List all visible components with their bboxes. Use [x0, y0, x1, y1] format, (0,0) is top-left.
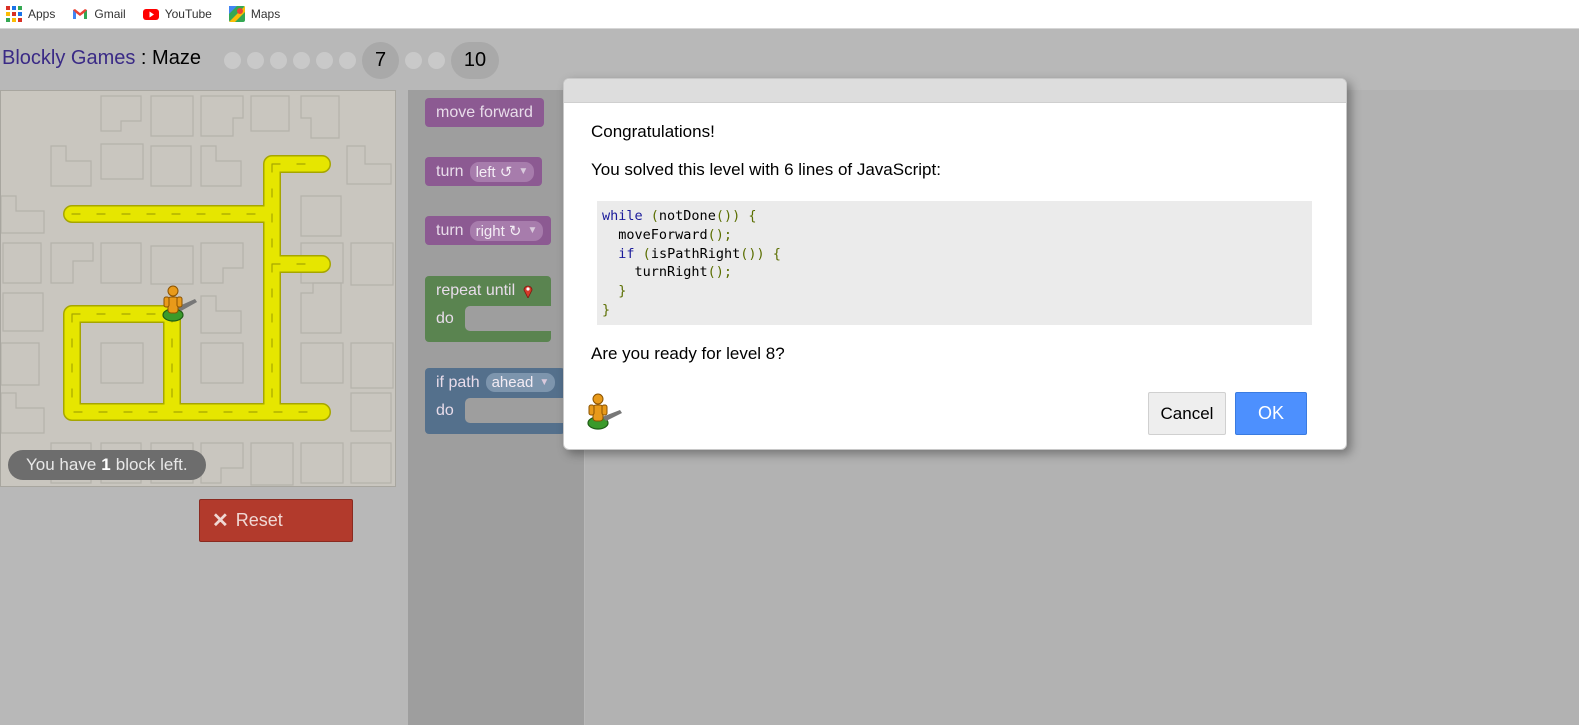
bookmark-label: Apps — [28, 7, 56, 21]
move-forward-block[interactable]: move forward — [425, 98, 544, 127]
maze-path — [63, 155, 331, 421]
ok-button[interactable]: OK — [1235, 392, 1307, 435]
level-selector: 7 10 — [224, 42, 499, 79]
dropdown-value: ahead — [491, 374, 534, 391]
block-label: repeat until — [436, 281, 516, 299]
turn-right-block[interactable]: turn right ↻ ▼ — [425, 216, 551, 245]
congratulations-dialog: Congratulations! You solved this level w… — [563, 78, 1347, 450]
apps-grid-icon — [6, 6, 22, 22]
bookmark-label: YouTube — [164, 7, 212, 21]
level-last[interactable]: 10 — [451, 42, 499, 79]
cancel-button[interactable]: Cancel — [1148, 392, 1226, 435]
maze-tiles — [1, 95, 394, 486]
bookmark-label: Maps — [250, 7, 281, 21]
level-dot-2[interactable] — [247, 52, 264, 69]
blocks-left-count: 1 — [101, 455, 111, 474]
reset-label: Reset — [235, 510, 283, 530]
blocks-left-suffix: block left. — [115, 455, 188, 474]
path-direction-dropdown[interactable]: ahead ▼ — [485, 373, 556, 392]
level-dot-5[interactable] — [316, 52, 333, 69]
bookmark-apps[interactable]: Apps — [6, 6, 55, 22]
maps-icon — [228, 6, 245, 22]
level-current[interactable]: 7 — [362, 42, 399, 79]
gmail-icon — [73, 9, 88, 19]
bookmark-gmail[interactable]: Gmail — [72, 6, 126, 22]
toolbox: move forward turn left ↺ ▼ turn right ↻ … — [408, 90, 584, 725]
page-title: Blockly Games : Maze — [2, 47, 201, 70]
reset-button[interactable]: ✕ Reset — [199, 499, 353, 542]
dialog-title: Congratulations! — [591, 122, 715, 141]
block-do-label: do — [436, 310, 454, 327]
dropdown-value: left ↺ — [475, 163, 513, 181]
level-dot-4[interactable] — [293, 52, 310, 69]
maze-board — [0, 90, 396, 487]
level-dot-9[interactable] — [428, 52, 445, 69]
dropdown-arrow-icon: ▼ — [518, 166, 529, 177]
dialog-header[interactable] — [564, 79, 1346, 103]
maze-svg — [1, 95, 394, 486]
bookmarks-bar: Apps Gmail YouTube Maps — [0, 0, 1579, 29]
title-separator: : — [135, 47, 153, 69]
level-dot-1[interactable] — [224, 52, 241, 69]
block-do-label: do — [436, 402, 454, 419]
statement-slot — [465, 306, 551, 331]
direction-dropdown[interactable]: right ↻ ▼ — [469, 220, 544, 241]
brand-link[interactable]: Blockly Games — [2, 47, 135, 69]
block-label: if path — [436, 373, 480, 391]
level-dot-3[interactable] — [270, 52, 287, 69]
bookmark-youtube[interactable]: YouTube — [142, 6, 212, 22]
blocks-left-prefix: You have — [26, 455, 97, 474]
block-label: turn — [436, 221, 464, 239]
blocks-left-badge: You have 1 block left. — [8, 450, 206, 480]
code-block: while (notDone()) { moveForward(); if (i… — [597, 201, 1312, 325]
dialog-message: You solved this level with 6 lines of Ja… — [591, 160, 941, 179]
dropdown-value: right ↻ — [475, 222, 522, 240]
pegman-icon — [162, 285, 197, 322]
block-label: move forward — [436, 103, 533, 121]
block-label: turn — [436, 162, 464, 180]
level-dot-8[interactable] — [405, 52, 422, 69]
close-icon: ✕ — [212, 510, 229, 532]
repeat-until-block[interactable]: repeat until do — [425, 276, 551, 342]
bookmark-maps[interactable]: Maps — [228, 6, 281, 22]
youtube-icon — [142, 9, 159, 20]
map-pin-icon — [523, 285, 533, 298]
pegman-icon — [587, 393, 622, 430]
direction-dropdown[interactable]: left ↺ ▼ — [469, 161, 535, 182]
dialog-question: Are you ready for level 8? — [591, 344, 785, 363]
dropdown-arrow-icon: ▼ — [527, 225, 538, 236]
game-name: Maze — [152, 47, 201, 69]
statement-slot — [465, 398, 565, 423]
bookmark-label: Gmail — [94, 7, 126, 21]
level-dot-6[interactable] — [339, 52, 356, 69]
turn-left-block[interactable]: turn left ↺ ▼ — [425, 157, 542, 186]
dropdown-arrow-icon: ▼ — [539, 377, 550, 388]
if-path-block[interactable]: if path ahead ▼ do — [425, 368, 565, 434]
